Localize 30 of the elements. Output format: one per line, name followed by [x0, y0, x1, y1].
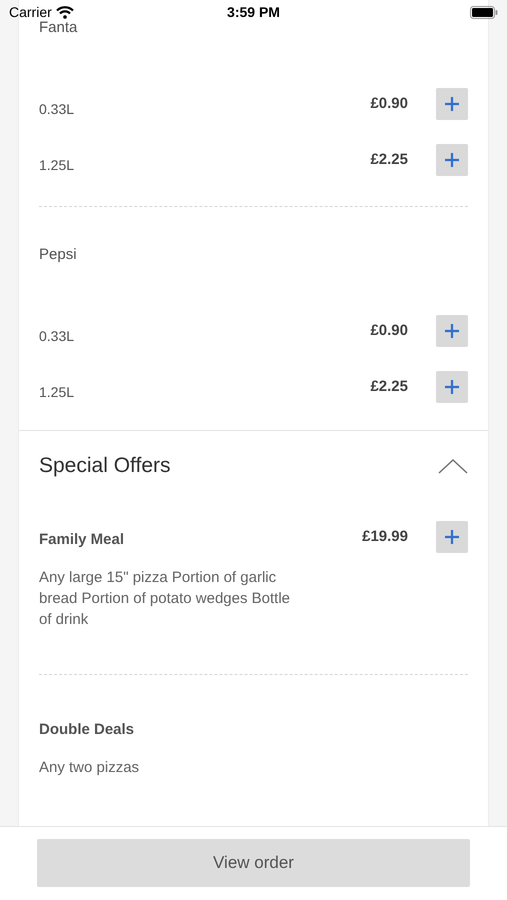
battery-icon	[470, 6, 498, 18]
offer-description: Any large 15" pizza Portion of garlic bread Portion of potato wedges Bottle of drink	[39, 568, 292, 630]
wifi-icon	[56, 6, 74, 18]
price-label: £0.90	[370, 320, 408, 341]
plus-icon	[444, 379, 460, 395]
plus-icon	[444, 96, 460, 112]
price-label: £19.99	[362, 526, 408, 547]
offer-name: Family Meal	[39, 530, 126, 550]
status-time: 3:59 PM	[227, 2, 280, 22]
chevron-up-icon[interactable]	[438, 458, 468, 474]
add-button[interactable]	[436, 144, 468, 176]
plus-icon	[444, 529, 460, 545]
price-label: £0.90	[370, 94, 408, 114]
size-label: 0.33L	[39, 326, 76, 346]
view-order-button[interactable]: View order	[37, 839, 470, 887]
size-label: 0.33L	[39, 100, 76, 118]
price-label: £2.25	[370, 376, 408, 397]
offer-description: Any two pizzas	[39, 758, 140, 778]
add-button[interactable]	[436, 88, 468, 120]
size-label: 1.25L	[39, 382, 76, 402]
add-button[interactable]	[436, 315, 468, 347]
price-label: £2.25	[370, 150, 408, 170]
add-button[interactable]	[436, 371, 468, 403]
product-name: Pepsi	[39, 244, 77, 265]
size-label: 1.25L	[39, 156, 76, 174]
plus-icon	[444, 323, 460, 339]
plus-icon	[444, 152, 460, 168]
offer-name: Double Deals	[39, 720, 136, 740]
section-title: Special Offers	[39, 453, 171, 480]
add-button[interactable]	[436, 521, 468, 553]
